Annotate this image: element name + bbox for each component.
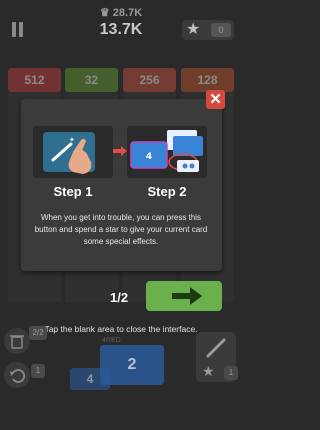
step1-label: Step 1: [53, 184, 93, 199]
tile-256: 256: [123, 68, 176, 92]
star-counter[interactable]: ★ 0: [182, 20, 234, 40]
best-score: ♛ 28.7K: [99, 7, 143, 19]
svg-text:✦: ✦: [69, 136, 75, 144]
arrow-right-icon: [172, 287, 202, 305]
next-button[interactable]: [146, 281, 222, 311]
wand-count: 1: [224, 366, 238, 380]
tile-512: 512: [8, 68, 61, 92]
star-count: 0: [211, 23, 231, 37]
current-card[interactable]: 2: [100, 345, 164, 385]
page-indicator: 1/2: [110, 290, 129, 305]
star-icon: ★: [186, 21, 201, 38]
step2-illustration: 4: [127, 126, 207, 178]
undo-count: 1: [31, 364, 45, 378]
step2-label: Step 2: [147, 184, 187, 199]
tile-128: 128: [181, 68, 234, 92]
trash-icon: [10, 335, 24, 349]
step1-illustration: ✦: [33, 126, 113, 178]
pile-label: 4RED: [102, 337, 121, 344]
svg-text:★: ★: [202, 364, 215, 380]
close-button[interactable]: ✕: [206, 90, 225, 109]
svg-text:4: 4: [146, 152, 152, 162]
undo-button[interactable]: [4, 362, 30, 388]
tile-32: 32: [65, 68, 118, 92]
trophy-icon: ♛: [99, 7, 110, 19]
arrow-right-icon: [113, 146, 127, 156]
trash-count: 2/2: [29, 326, 47, 340]
close-icon: ✕: [209, 91, 222, 108]
tutorial-description: When you get into trouble, you can press…: [34, 213, 208, 246]
undo-icon: [10, 369, 26, 383]
trash-button[interactable]: [4, 328, 30, 354]
